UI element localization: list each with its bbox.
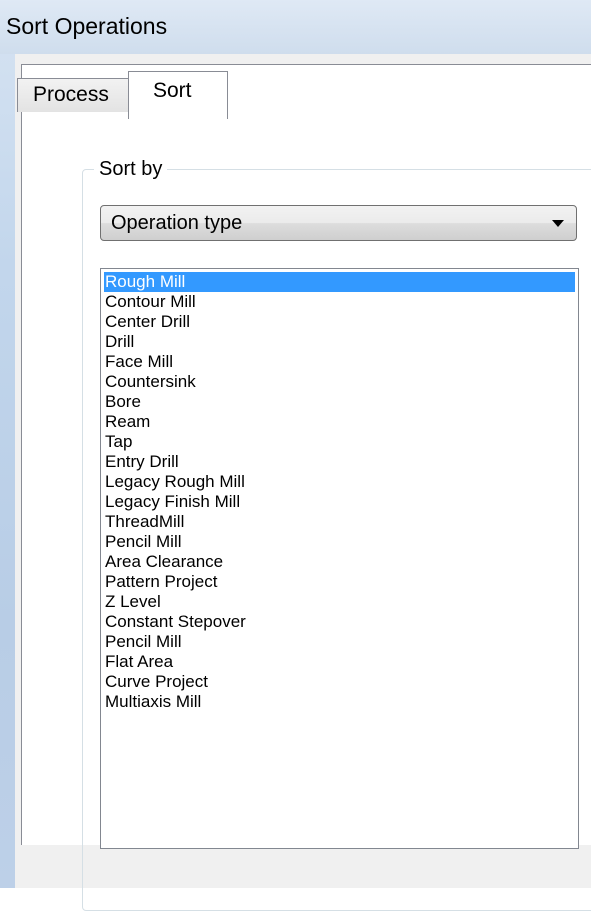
title-bar[interactable]: Sort Operations	[0, 0, 591, 54]
tab-process-label: Process	[33, 83, 109, 106]
tab-sort-label: Sort	[153, 79, 192, 102]
sort-by-dropdown-value: Operation type	[111, 212, 243, 234]
list-item[interactable]: Pencil Mill	[104, 632, 575, 652]
operation-type-list: Rough Mill Contour Mill Center Drill Drill F…	[101, 269, 578, 712]
list-item[interactable]: Pencil Mill	[104, 532, 575, 552]
list-item[interactable]: Contour Mill	[104, 292, 575, 312]
list-item[interactable]: Center Drill	[104, 312, 575, 332]
list-item[interactable]: Legacy Rough Mill	[104, 472, 575, 492]
list-item[interactable]: Ream	[104, 412, 575, 432]
list-item[interactable]: Bore	[104, 392, 575, 412]
list-item[interactable]: Rough Mill	[104, 272, 575, 292]
chevron-down-icon[interactable]	[552, 220, 564, 227]
list-item[interactable]: Pattern Project	[104, 572, 575, 592]
list-item[interactable]: ThreadMill	[104, 512, 575, 532]
tab-sort[interactable]: Sort	[128, 71, 228, 119]
list-item[interactable]: Legacy Finish Mill	[104, 492, 575, 512]
list-item[interactable]: Flat Area	[104, 652, 575, 672]
list-item[interactable]: Z Level	[104, 592, 575, 612]
list-item[interactable]: Curve Project	[104, 672, 575, 692]
sort-operations-window: Sort Operations Process Sort Sort by Ope…	[0, 0, 591, 911]
list-item[interactable]: Area Clearance	[104, 552, 575, 572]
window-title: Sort Operations	[6, 13, 168, 39]
list-item[interactable]: Face Mill	[104, 352, 575, 372]
list-item[interactable]: Entry Drill	[104, 452, 575, 472]
list-item[interactable]: Drill	[104, 332, 575, 352]
sort-by-label: Sort by	[94, 158, 168, 181]
list-item[interactable]: Countersink	[104, 372, 575, 392]
tab-process[interactable]: Process	[17, 78, 129, 112]
sort-by-dropdown[interactable]: Operation type	[100, 205, 577, 241]
list-item[interactable]: Multiaxis Mill	[104, 692, 575, 712]
operation-type-listbox[interactable]: Rough Mill Contour Mill Center Drill Drill F…	[100, 268, 579, 849]
window-frame-edge	[0, 0, 15, 888]
list-item[interactable]: Constant Stepover	[104, 612, 575, 632]
list-item[interactable]: Tap	[104, 432, 575, 452]
